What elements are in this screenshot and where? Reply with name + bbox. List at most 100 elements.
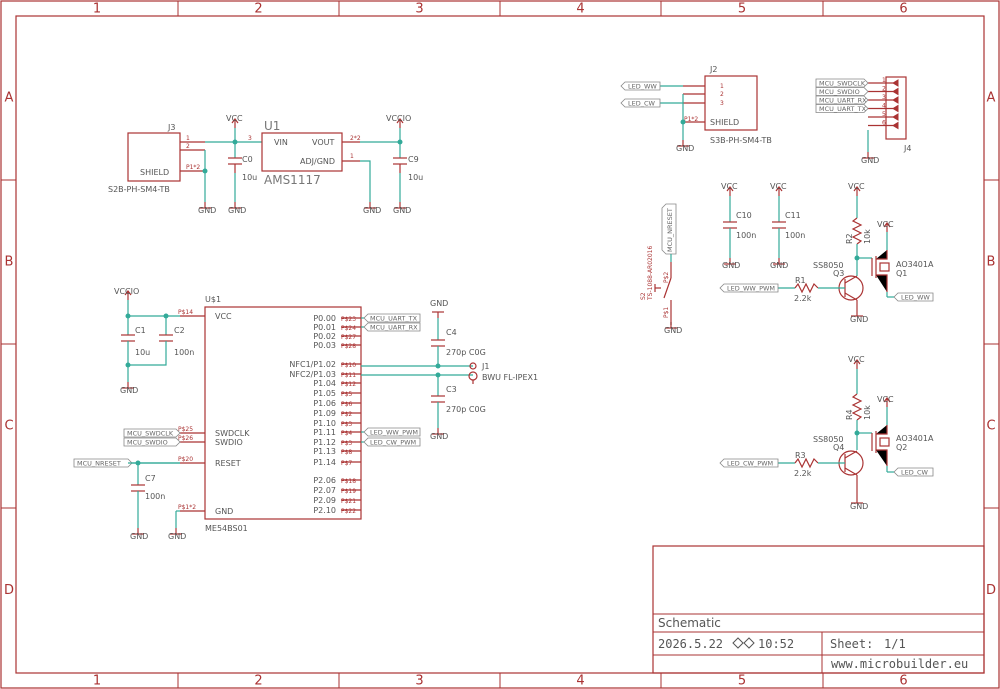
- q2-out-net: LED_CW: [901, 469, 929, 477]
- zone-col-bottom: 5: [738, 674, 746, 689]
- zone-row-right: B: [987, 255, 996, 270]
- vccio-label: VCCIO: [386, 114, 411, 123]
- q3-ref: Q3: [833, 269, 844, 278]
- j1-ref: J1: [481, 362, 489, 371]
- j4-ref: J4: [903, 144, 911, 153]
- vccio-label: VCCIO: [114, 287, 139, 296]
- gnd-label: GND: [363, 206, 381, 215]
- mcu-pin-num: P$1*2: [178, 504, 196, 511]
- capacitor-c11: VCC C11 100n GND: [770, 182, 805, 270]
- j2-shield: SHIELD: [710, 118, 739, 127]
- r4-value: 10k: [863, 405, 872, 420]
- r3-value: 2.2k: [794, 469, 812, 478]
- connector-j3: J3 SHIELD S2B-PH-SM4-TB 1 2 P1*2: [108, 123, 205, 194]
- j3-ref: J3: [167, 123, 175, 132]
- j4-pin-num: 4: [882, 103, 886, 110]
- gnd-label: GND: [770, 261, 788, 270]
- mcu-pin-num: P$21: [341, 498, 356, 505]
- j4-net-name: MCU_SWDIO: [819, 88, 860, 96]
- mcu-pin-num: P$25: [178, 426, 193, 433]
- gnd-label: GND: [664, 326, 682, 335]
- r1-in-net: LED_WW_PWM: [727, 285, 775, 293]
- j4-net-name: MCU_SWDCLK: [819, 80, 866, 88]
- reset-switch-s2: MCU_NRESET GND P$2 P$1 S2 TS-1088-AR0201…: [640, 203, 682, 335]
- mcu-module-u2: U$1 ME54BS01 VCC P$14 SWDCLK P$25 SWDIO P$26 R…: [178, 295, 362, 533]
- zone-col-top: 1: [93, 2, 101, 17]
- j4-pin-num: 2: [882, 86, 886, 93]
- mcu-pin-num: P$7: [341, 460, 352, 467]
- c3-value: 270p C0G: [446, 405, 486, 414]
- vcc-label: VCC: [721, 182, 738, 191]
- c1-value: 10u: [135, 348, 150, 357]
- mcu-pin-name: P1.12: [313, 438, 336, 447]
- connector-j4: J4 1 MCU_SWDCLK 2 MCU_SWDIO 3 MCU_UART_RX 4 MCU…: [815, 76, 911, 153]
- s2-pin2: P$2: [663, 272, 670, 283]
- j2-pin2: 2: [720, 91, 724, 98]
- u1-adj: ADJ/GND: [300, 157, 335, 166]
- mcu-pin-num: P$11: [341, 372, 356, 379]
- j3-value: S2B-PH-SM4-TB: [108, 185, 170, 194]
- j2-ref: J2: [709, 65, 717, 74]
- zone-col-top: 3: [415, 2, 423, 17]
- c3-ref: C3: [446, 385, 457, 394]
- j1-value: BWU FL-IPEX1: [482, 373, 538, 382]
- mcu-pin-num: P$24: [341, 325, 356, 332]
- mcu-pin-num: P$4: [341, 430, 352, 437]
- vcc-label: VCC: [877, 220, 894, 229]
- plot-date: 2026.5.22: [658, 637, 723, 651]
- s2-value: TS-1088-AR02016: [647, 246, 654, 301]
- mcu-pin-num: P$20: [178, 456, 193, 463]
- j2-net-ww: LED_WW: [628, 83, 657, 91]
- j3-pin-shield: P1*2: [186, 164, 200, 171]
- u2-ref: U$1: [205, 295, 221, 304]
- q1-out-net: LED_WW: [901, 294, 930, 302]
- net-label-led-ww-out: LED_WW: [887, 292, 934, 302]
- c10-ref: C10: [736, 211, 752, 220]
- gnd-label: GND: [393, 206, 411, 215]
- c11-value: 100n: [785, 231, 805, 240]
- mcu-pin-num: P$14: [178, 309, 193, 316]
- zone-col-top: 5: [738, 2, 746, 17]
- r1-ref: R1: [795, 276, 806, 285]
- gnd-label: GND: [850, 502, 868, 511]
- vcc-label: VCC: [877, 395, 894, 404]
- mcu-pin-name: P1.06: [313, 399, 336, 408]
- j3-shield: SHIELD: [140, 168, 169, 177]
- time-icon: [732, 637, 755, 649]
- plot-time: 10:52: [758, 637, 794, 651]
- zone-row-left: B: [5, 255, 14, 270]
- mcu-pin-num: P$19: [341, 488, 356, 495]
- title-block: Schematic 2026.5.22 10:52 Sheet: 1/1 www…: [652, 545, 985, 674]
- mcu-left-net: MCU_SWDCLK: [127, 430, 174, 438]
- j4-net-name: MCU_UART_RX: [819, 97, 867, 105]
- c11-ref: C11: [785, 211, 801, 220]
- c0-value: 10u: [242, 173, 257, 182]
- zone-row-left: A: [5, 91, 14, 106]
- mcu-left-net: MCU_SWDIO: [127, 439, 168, 447]
- r1-value: 2.2k: [794, 294, 812, 303]
- s2-net: MCU_NRESET: [666, 208, 674, 252]
- c9-value: 10u: [408, 173, 423, 182]
- zone-col-top: 6: [899, 2, 907, 17]
- mcu-pin-num: P$22: [341, 508, 356, 515]
- website: www.microbuilder.eu: [831, 657, 968, 671]
- zone-col-top: 4: [576, 2, 584, 17]
- gnd-label: GND: [120, 386, 138, 395]
- net-vccio-out: [360, 128, 403, 202]
- vcc-label: VCC: [226, 114, 243, 123]
- mcu-pin-name: SWDCLK: [215, 429, 250, 438]
- mcu-pin-num: P$26: [178, 435, 193, 442]
- u1-pin1: 1: [350, 153, 354, 160]
- vcc-label: VCC: [848, 355, 865, 364]
- j2-pin3: 3: [720, 100, 724, 107]
- c4-ref: C4: [446, 328, 457, 337]
- net-j2: [660, 85, 686, 140]
- c2-value: 100n: [174, 348, 194, 357]
- u1-vin: VIN: [274, 138, 288, 147]
- u1-pin3: 3: [248, 135, 252, 142]
- gnd-label: GND: [430, 432, 448, 441]
- r3-in-net: LED_CW_PWM: [727, 460, 773, 468]
- mcu-right-net: MCU_UART_TX: [370, 315, 418, 323]
- net-label-led-ww: LED_WW: [620, 81, 661, 91]
- gnd-label: GND: [168, 532, 186, 541]
